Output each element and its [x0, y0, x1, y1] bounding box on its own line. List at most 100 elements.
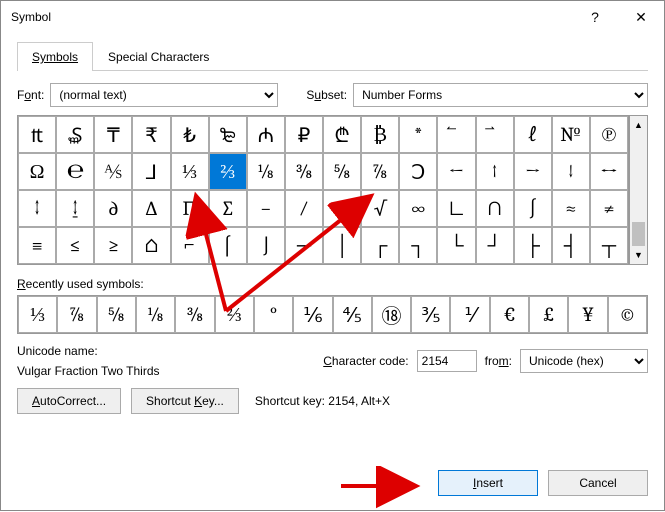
symbol-cell[interactable]: └ — [437, 227, 475, 264]
symbol-cell[interactable]: ⅍ — [94, 153, 132, 190]
subset-combo[interactable]: Number Forms — [353, 83, 648, 107]
symbol-cell[interactable]: ∂ — [94, 190, 132, 227]
scroll-thumb[interactable] — [632, 222, 645, 246]
symbol-cell[interactable]: │ — [323, 227, 361, 264]
symbol-cell[interactable]: ⌂ — [132, 227, 170, 264]
symbol-cell[interactable]: ₸ — [94, 116, 132, 153]
symbol-cell[interactable]: ↔ — [590, 153, 628, 190]
recent-symbol-cell[interactable]: ⅟ — [450, 296, 489, 333]
recent-symbol-cell[interactable]: ° — [254, 296, 293, 333]
scroll-up-icon[interactable]: ▲ — [630, 116, 647, 134]
insert-button[interactable]: Insert — [438, 470, 538, 496]
symbol-cell[interactable]: ┌ — [361, 227, 399, 264]
symbol-cell[interactable]: ₷ — [56, 116, 94, 153]
symbol-cell[interactable]: ⅜ — [285, 153, 323, 190]
symbol-cell[interactable]: ┬ — [590, 227, 628, 264]
recent-symbol-cell[interactable]: ⅙ — [293, 296, 332, 333]
symbol-cell[interactable]: ∑ — [209, 190, 247, 227]
recent-symbols-grid[interactable]: ⅓⅞⅝⅛⅜⅔°⅙⅘⑱⅗⅟€£¥© — [17, 295, 648, 334]
symbol-cell[interactable]: № — [552, 116, 590, 153]
symbol-cell[interactable]: ∟ — [437, 190, 475, 227]
recent-symbol-cell[interactable]: ⅜ — [175, 296, 214, 333]
grid-scrollbar[interactable]: ▲ ▼ — [629, 116, 647, 264]
shortcut-key-button[interactable]: Shortcut Key... — [131, 388, 239, 414]
symbol-cell[interactable]: ℓ — [514, 116, 552, 153]
symbol-cell[interactable]: ₼ — [247, 116, 285, 153]
scroll-down-icon[interactable]: ▼ — [630, 246, 647, 264]
recent-symbol-cell[interactable]: € — [490, 296, 529, 333]
symbol-cell[interactable]: ⌐ — [171, 227, 209, 264]
recent-symbol-cell[interactable]: ⅞ — [57, 296, 96, 333]
symbol-cell[interactable]: ≠ — [590, 190, 628, 227]
symbol-cell[interactable]: ⅔ — [209, 153, 247, 190]
symbol-cell[interactable]: ⃑ — [476, 116, 514, 153]
symbol-cell[interactable]: ₶ — [18, 116, 56, 153]
recent-symbol-cell[interactable]: £ — [529, 296, 568, 333]
symbol-cell[interactable]: ₻ — [209, 116, 247, 153]
symbol-cell[interactable]: ₾ — [323, 116, 361, 153]
symbol-cell[interactable]: ┘ — [476, 227, 514, 264]
symbol-cell[interactable]: ↕ — [18, 190, 56, 227]
symbol-cell[interactable]: ℗ — [590, 116, 628, 153]
recent-symbol-cell[interactable]: ⅗ — [411, 296, 450, 333]
symbol-cell[interactable]: ↨ — [56, 190, 94, 227]
help-button[interactable]: ? — [572, 1, 618, 33]
symbol-cell[interactable]: ₺ — [171, 116, 209, 153]
autocorrect-button[interactable]: AutoCorrect... — [17, 388, 121, 414]
symbol-cell[interactable]: ∙ — [323, 190, 361, 227]
symbol-cell[interactable]: ↑ — [476, 153, 514, 190]
recent-symbol-cell[interactable]: ⅔ — [215, 296, 254, 333]
recent-symbol-cell[interactable]: ⅝ — [97, 296, 136, 333]
symbol-cell[interactable]: ↓ — [552, 153, 590, 190]
recent-symbol-cell[interactable]: ⅛ — [136, 296, 175, 333]
symbol-cell[interactable]: ┐ — [399, 227, 437, 264]
close-button[interactable]: ✕ — [618, 1, 664, 33]
symbol-cell[interactable]: ∫ — [514, 190, 552, 227]
symbol-cell[interactable]: ₹ — [132, 116, 170, 153]
symbol-cell[interactable]: Ↄ — [399, 153, 437, 190]
font-combo[interactable]: (normal text) — [50, 83, 278, 107]
symbol-cell[interactable]: → — [514, 153, 552, 190]
symbol-cell[interactable]: √ — [361, 190, 399, 227]
symbol-cell[interactable]: ⌠ — [209, 227, 247, 264]
tab-symbols[interactable]: Symbols — [17, 42, 93, 71]
symbol-cell[interactable]: ∞ — [399, 190, 437, 227]
symbol-cell[interactable]: ⅃ — [132, 153, 170, 190]
symbol-cell[interactable]: ⅞ — [361, 153, 399, 190]
symbol-cell[interactable]: ┤ — [552, 227, 590, 264]
recent-symbol-cell[interactable]: ⑱ — [372, 296, 411, 333]
recent-symbol-cell[interactable]: ¥ — [568, 296, 607, 333]
symbol-cell[interactable]: ⅝ — [323, 153, 361, 190]
symbol-cell[interactable]: ← — [437, 153, 475, 190]
tab-strip: Symbols Special Characters — [17, 41, 648, 71]
symbol-cell[interactable]: ℮ — [56, 153, 94, 190]
cancel-button[interactable]: Cancel — [548, 470, 648, 496]
symbol-cell[interactable]: ├ — [514, 227, 552, 264]
symbol-grid[interactable]: ₶₷₸₹₺₻₼₽₾₿*⃐⃑ℓ№℗ Ω℮⅍⅃⅓⅔⅛⅜⅝⅞Ↄ←↑→↓↔ ↕↨∂∆∏∑−∕… — [18, 116, 629, 264]
scroll-track[interactable] — [630, 134, 647, 246]
symbol-cell[interactable]: ≥ — [94, 227, 132, 264]
symbol-cell[interactable]: ⃐ — [437, 116, 475, 153]
symbol-cell[interactable]: ∆ — [132, 190, 170, 227]
char-code-input[interactable] — [417, 350, 477, 372]
symbol-cell[interactable]: ∩ — [476, 190, 514, 227]
symbol-cell[interactable]: ≈ — [552, 190, 590, 227]
tab-special-characters[interactable]: Special Characters — [93, 42, 224, 71]
symbol-cell[interactable]: * — [399, 116, 437, 153]
symbol-cell[interactable]: ≡ — [18, 227, 56, 264]
symbol-cell[interactable]: ∏ — [171, 190, 209, 227]
symbol-cell[interactable]: ₽ — [285, 116, 323, 153]
symbol-cell[interactable]: ⅛ — [247, 153, 285, 190]
symbol-cell[interactable]: ⅓ — [171, 153, 209, 190]
symbol-cell[interactable]: ≤ — [56, 227, 94, 264]
symbol-cell[interactable]: ⌡ — [247, 227, 285, 264]
recent-symbol-cell[interactable]: © — [608, 296, 647, 333]
symbol-cell[interactable]: ∕ — [285, 190, 323, 227]
from-combo[interactable]: Unicode (hex) — [520, 349, 648, 373]
symbol-cell[interactable]: − — [247, 190, 285, 227]
symbol-cell[interactable]: ─ — [285, 227, 323, 264]
symbol-cell[interactable]: Ω — [18, 153, 56, 190]
symbol-cell[interactable]: ₿ — [361, 116, 399, 153]
recent-symbol-cell[interactable]: ⅓ — [18, 296, 57, 333]
recent-symbol-cell[interactable]: ⅘ — [333, 296, 372, 333]
